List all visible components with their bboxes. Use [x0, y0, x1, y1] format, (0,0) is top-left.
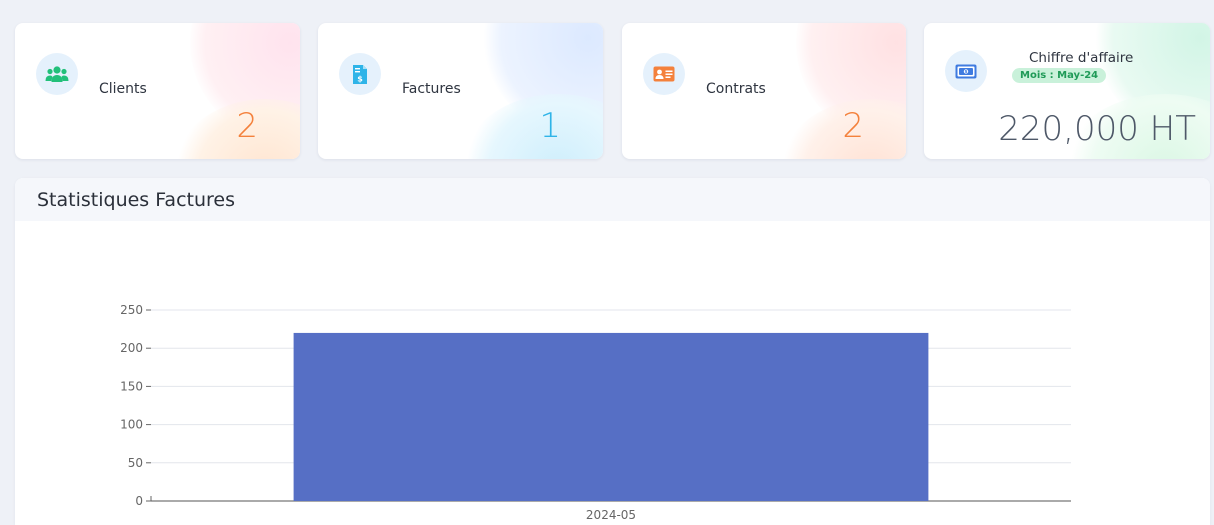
y-tick-label: 150	[120, 379, 143, 393]
contrats-label: Contrats	[706, 81, 766, 97]
clients-count: 2	[236, 106, 258, 146]
card-decoration	[170, 99, 300, 159]
factures-count: 1	[539, 106, 561, 146]
month-badge: Mois : May-24	[1012, 68, 1107, 83]
factures-card[interactable]: $ Factures 1	[318, 23, 603, 159]
invoice-bar-chart: 0 50 100 150 200 250 2024-05	[120, 303, 1071, 522]
contrats-count: 2	[842, 106, 864, 146]
money-bill-icon: $	[945, 50, 987, 92]
y-tick-label: 50	[128, 456, 143, 470]
chiffre-affaire-value: 220,000 HT	[998, 109, 1196, 149]
chiffre-affaire-card[interactable]: $ Chiffre d'affaire Mois : May-24 220,00…	[924, 23, 1210, 159]
users-icon	[36, 53, 78, 95]
contrats-card[interactable]: Contrats 2	[622, 23, 906, 159]
factures-label: Factures	[402, 81, 461, 97]
svg-text:$: $	[357, 74, 363, 83]
y-tick-label: 200	[120, 341, 143, 355]
clients-card[interactable]: Clients 2	[15, 23, 300, 159]
svg-text:$: $	[965, 69, 968, 74]
clients-label: Clients	[99, 81, 147, 97]
y-tick-label: 250	[120, 303, 143, 317]
y-tick-label: 100	[120, 418, 143, 432]
statistiques-factures-panel: Statistiques Factures 0 50 100 150 200 250 202…	[15, 178, 1210, 525]
y-tick-label: 0	[135, 494, 143, 508]
card-decoration	[776, 99, 906, 159]
x-tick-label: 2024-05	[586, 508, 636, 522]
chiffre-affaire-label: Chiffre d'affaire	[1029, 50, 1134, 66]
card-decoration	[458, 94, 603, 159]
id-card-icon	[643, 53, 685, 95]
invoice-dollar-icon: $	[339, 53, 381, 95]
bar-2024-05	[293, 332, 929, 501]
